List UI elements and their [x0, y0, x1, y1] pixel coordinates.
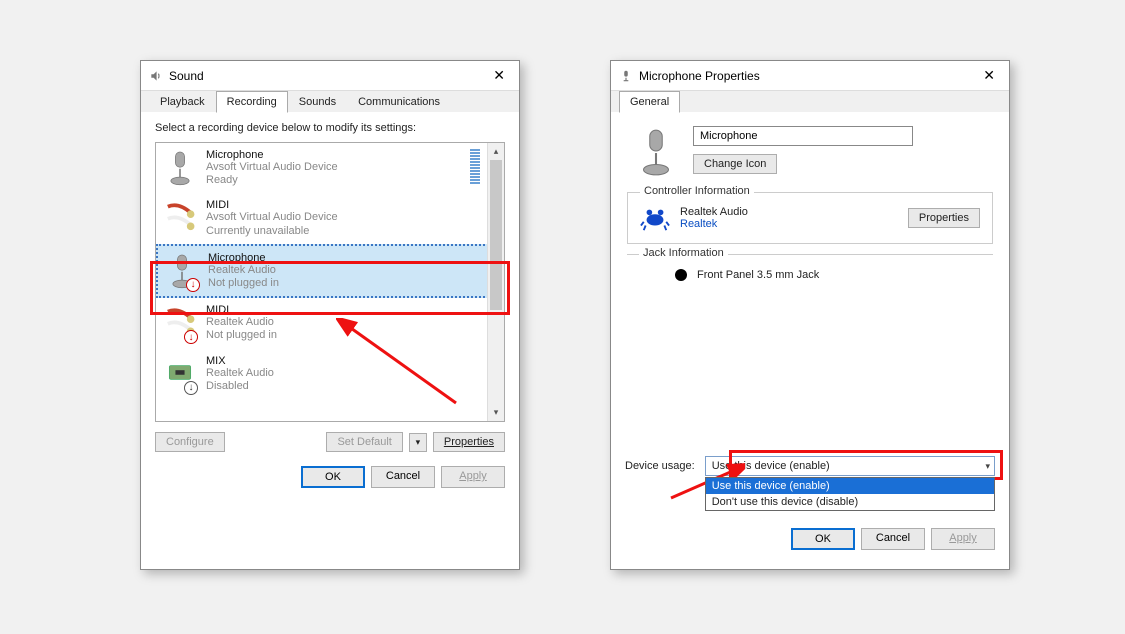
combobox-option[interactable]: Don't use this device (disable) [706, 494, 994, 510]
device-row[interactable]: ↓ MIDIRealtek AudioNot plugged in [156, 298, 504, 348]
tab-communications[interactable]: Communications [347, 91, 451, 113]
scroll-thumb[interactable] [490, 160, 502, 310]
list-buttons: Configure Set Default ▾ Properties [155, 432, 505, 452]
configure-button[interactable]: Configure [155, 432, 225, 452]
content-area: Select a recording device below to modif… [141, 112, 519, 458]
cancel-button[interactable]: Cancel [371, 466, 435, 488]
dialog-title: Microphone Properties [639, 69, 977, 83]
device-subtitle: Realtek Audio [206, 316, 277, 329]
combobox-option[interactable]: Use this device (enable) [706, 478, 994, 494]
level-meter-icon [470, 149, 480, 185]
apply-button[interactable]: Apply [441, 466, 505, 488]
combobox-dropdown: Use this device (enable) Don't use this … [705, 477, 995, 511]
realtek-crab-icon [640, 203, 670, 233]
device-subtitle: Realtek Audio [208, 264, 279, 277]
device-name-input[interactable] [693, 126, 913, 146]
close-icon[interactable]: ✕ [487, 67, 511, 84]
device-row[interactable]: ↓ MicrophoneRealtek AudioNot plugged in [156, 244, 504, 298]
mic-icon [164, 149, 196, 187]
device-name: Microphone [206, 149, 338, 161]
dialog-buttons: OK Cancel Apply [141, 458, 519, 500]
mic-down-icon: ↓ [166, 252, 198, 290]
cable-down-icon: ↓ [164, 304, 196, 342]
close-icon[interactable]: ✕ [977, 67, 1001, 84]
cancel-button[interactable]: Cancel [861, 528, 925, 550]
device-name: MIDI [206, 304, 277, 316]
sound-dialog: Sound ✕ Playback Recording Sounds Commun… [140, 60, 520, 570]
device-status: Not plugged in [208, 277, 279, 290]
tab-bar: General [611, 90, 1009, 112]
device-name: MIX [206, 355, 274, 367]
tab-general[interactable]: General [619, 91, 680, 113]
dialog-buttons: OK Cancel Apply [611, 520, 1009, 562]
chevron-down-icon: ▾ [985, 461, 990, 472]
device-header: Change Icon [625, 122, 995, 192]
jack-text: Front Panel 3.5 mm Jack [697, 269, 819, 281]
instruction-text: Select a recording device below to modif… [155, 122, 505, 134]
tab-bar: Playback Recording Sounds Communications [141, 90, 519, 112]
set-default-button[interactable]: Set Default [326, 432, 402, 452]
speaker-icon [149, 69, 163, 83]
device-status: Ready [206, 174, 338, 187]
device-status: Disabled [206, 380, 274, 393]
tab-recording[interactable]: Recording [216, 91, 288, 113]
device-status: Not plugged in [206, 329, 277, 342]
device-subtitle: Avsoft Virtual Audio Device [206, 211, 338, 224]
microphone-large-icon [635, 126, 677, 178]
tab-sounds[interactable]: Sounds [288, 91, 347, 113]
dialog-title: Sound [169, 69, 487, 83]
usage-label: Device usage: [625, 460, 695, 472]
controller-name: Realtek Audio [680, 206, 748, 218]
scrollbar[interactable]: ▴ ▾ [487, 143, 504, 421]
content-area: Change Icon Controller Information Realt… [611, 112, 1009, 520]
jack-color-icon [675, 269, 687, 281]
ok-button[interactable]: OK [791, 528, 855, 550]
scroll-up-icon[interactable]: ▴ [488, 143, 504, 160]
section-label: Controller Information [640, 185, 754, 197]
device-name: MIDI [206, 199, 338, 211]
properties-button[interactable]: Properties [433, 432, 505, 452]
titlebar: Sound ✕ [141, 61, 519, 90]
device-row[interactable]: MIDIAvsoft Virtual Audio DeviceCurrently… [156, 193, 504, 243]
scroll-down-icon[interactable]: ▾ [488, 404, 504, 421]
apply-button[interactable]: Apply [931, 528, 995, 550]
section-label: Jack Information [639, 247, 728, 259]
device-usage-row: Device usage: Use this device (enable) ▾… [625, 456, 995, 476]
ok-button[interactable]: OK [301, 466, 365, 488]
device-status: Currently unavailable [206, 225, 338, 238]
combobox-selected: Use this device (enable) [706, 457, 994, 475]
cable-icon [164, 199, 196, 237]
microphone-icon [619, 69, 633, 83]
controller-vendor-link[interactable]: Realtek [680, 218, 748, 230]
jack-info-section: Jack Information Front Panel 3.5 mm Jack [627, 254, 993, 291]
controller-info-section: Controller Information Realtek Audio Rea… [627, 192, 993, 244]
device-row[interactable]: MicrophoneAvsoft Virtual Audio DeviceRea… [156, 143, 504, 193]
set-default-dropdown-icon[interactable]: ▾ [409, 433, 427, 452]
tab-playback[interactable]: Playback [149, 91, 216, 113]
device-name: Microphone [208, 252, 279, 264]
controller-properties-button[interactable]: Properties [908, 208, 980, 228]
titlebar: Microphone Properties ✕ [611, 61, 1009, 90]
mic-properties-dialog: Microphone Properties ✕ General Change I… [610, 60, 1010, 570]
device-subtitle: Avsoft Virtual Audio Device [206, 161, 338, 174]
device-subtitle: Realtek Audio [206, 367, 274, 380]
change-icon-button[interactable]: Change Icon [693, 154, 777, 174]
device-list: MicrophoneAvsoft Virtual Audio DeviceRea… [155, 142, 505, 422]
device-row[interactable]: ↓ MIXRealtek AudioDisabled [156, 349, 504, 399]
device-usage-combobox[interactable]: Use this device (enable) ▾ Use this devi… [705, 456, 995, 476]
chip-down-icon: ↓ [164, 355, 196, 393]
